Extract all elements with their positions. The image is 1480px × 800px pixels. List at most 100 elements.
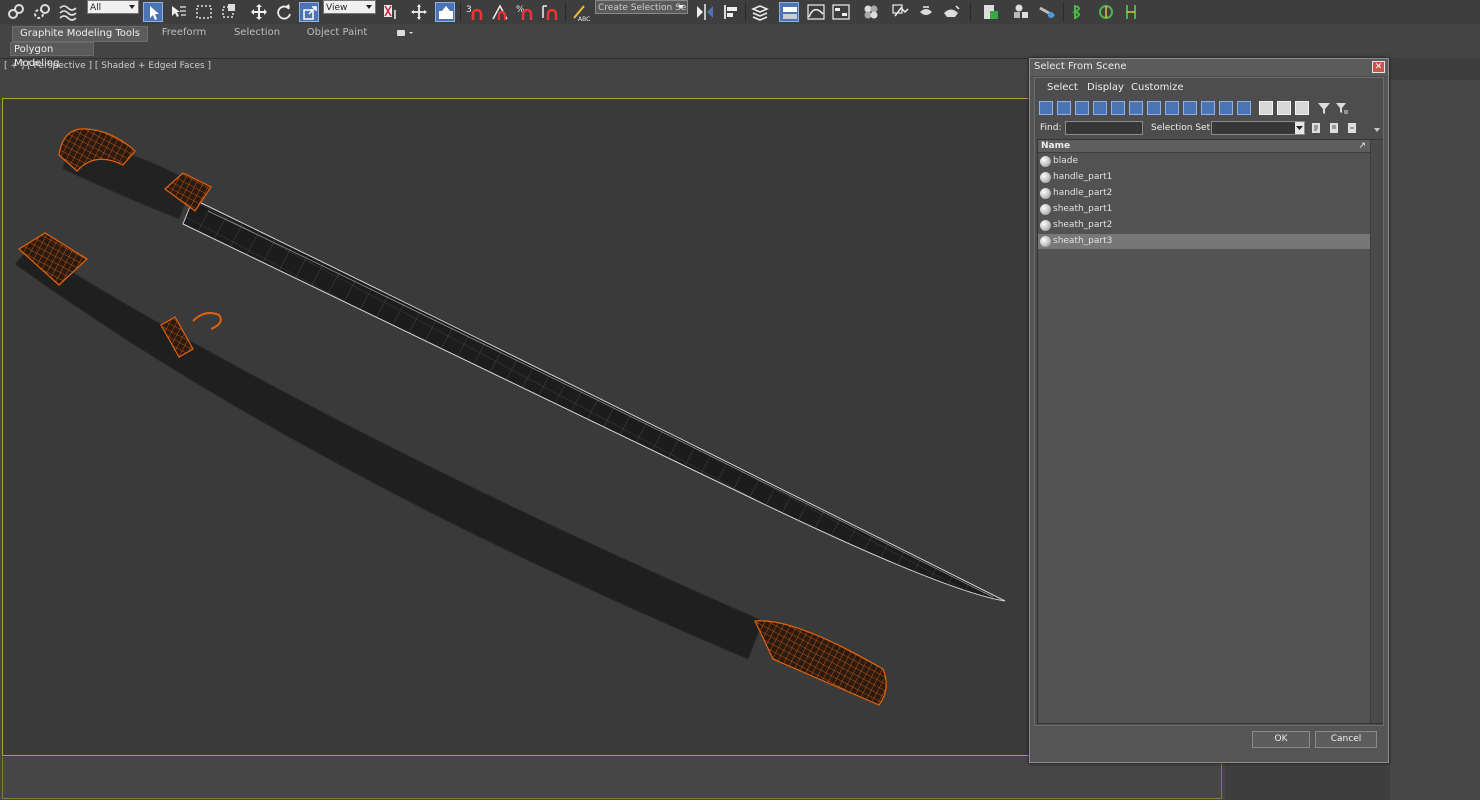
close-button[interactable]: ✕ [1372, 61, 1385, 73]
ok-button[interactable]: OK [1252, 731, 1310, 748]
rectangular-selection-icon[interactable] [194, 2, 214, 22]
select-all-icon[interactable] [1259, 101, 1273, 115]
selection-filter-value: All [90, 3, 102, 13]
percent-snap-icon[interactable]: % [515, 2, 535, 22]
display-helpers-icon[interactable] [1111, 101, 1125, 115]
list-item[interactable]: sheath_part3 [1038, 234, 1370, 249]
unlink-icon[interactable] [32, 2, 52, 22]
scene-explorer-icon[interactable] [981, 2, 1001, 22]
chevron-down-icon [366, 5, 372, 9]
options-chevron-icon[interactable] [1371, 124, 1383, 136]
material-editor-icon[interactable] [861, 2, 881, 22]
display-bones-icon[interactable] [1183, 101, 1197, 115]
cancel-button[interactable]: Cancel [1315, 731, 1377, 748]
selection-filter-dropdown[interactable]: All [87, 0, 139, 14]
toolbar-separator [565, 2, 566, 22]
select-invert-icon[interactable] [1295, 101, 1309, 115]
menu-customize[interactable]: Customize [1131, 82, 1184, 93]
ribbon-options-icon[interactable] [396, 27, 414, 39]
toolbar-separator [460, 2, 461, 22]
edit-selection-set-icon[interactable] [1328, 122, 1340, 134]
list-item[interactable]: sheath_part1 [1038, 202, 1370, 217]
find-input[interactable] [1065, 121, 1143, 135]
list-item-label: blade [1053, 156, 1078, 166]
filter-options-icon[interactable] [1335, 101, 1349, 115]
dialog-body: Select Display Customize Find: Selection… [1034, 77, 1384, 726]
column-header-name[interactable]: Name ↗ [1038, 140, 1370, 153]
animation-tool-1-icon[interactable] [1069, 2, 1089, 22]
tab-graphite-modeling-tools[interactable]: Graphite Modeling Tools [12, 26, 148, 42]
tab-polygon-modeling[interactable]: Polygon Modeling [10, 42, 94, 69]
named-selection-dropdown[interactable]: Create Selection Se [595, 0, 688, 14]
container-icon[interactable] [1011, 2, 1031, 22]
angle-snap-icon[interactable] [490, 2, 510, 22]
display-space-warps-icon[interactable] [1129, 101, 1143, 115]
object-list[interactable]: Name ↗ blade handle_part1 handle_part2shea… [1037, 139, 1383, 724]
select-by-name-icon[interactable] [168, 2, 188, 22]
display-xrefs-icon[interactable] [1165, 101, 1179, 115]
display-lights-icon[interactable] [1075, 101, 1089, 115]
find-label: Find: [1040, 123, 1062, 133]
curve-editor-icon[interactable] [806, 2, 826, 22]
layer-manager-icon[interactable] [750, 2, 770, 22]
list-item-label: sheath_part2 [1053, 220, 1113, 230]
column-header-label: Name [1041, 141, 1071, 151]
scale-icon[interactable] [299, 2, 319, 22]
geometry-object-icon [1040, 220, 1051, 231]
toolbar-separator [1063, 2, 1064, 22]
close-icon: ✕ [1374, 62, 1383, 72]
menu-display[interactable]: Display [1087, 82, 1124, 93]
spinner-snap-icon[interactable] [540, 2, 560, 22]
list-item[interactable]: blade [1038, 154, 1370, 169]
tab-selection[interactable]: Selection [228, 26, 286, 40]
edit-named-selection-icon[interactable]: ABC [570, 2, 590, 22]
toolbar-separator [970, 2, 971, 22]
list-item[interactable]: handle_part2 [1038, 186, 1370, 201]
remove-selection-set-icon[interactable] [1346, 122, 1358, 134]
animation-tool-2-icon[interactable] [1096, 2, 1116, 22]
viewport-label[interactable]: [ + ] [ Perspective ] [ Shaded + Edged F… [4, 61, 211, 71]
display-groups-icon[interactable] [1147, 101, 1161, 115]
geometry-object-icon [1040, 204, 1051, 215]
list-scrollbar[interactable] [1370, 140, 1383, 723]
dialog-titlebar[interactable]: Select From Scene ✕ [1030, 59, 1388, 77]
menu-select[interactable]: Select [1047, 82, 1078, 93]
pivot-point-icon[interactable] [381, 2, 401, 22]
window-crossing-icon[interactable] [219, 2, 239, 22]
animation-tool-3-icon[interactable] [1121, 2, 1141, 22]
add-selection-set-icon[interactable] [1310, 122, 1322, 134]
particle-tool-icon[interactable] [1037, 2, 1057, 22]
display-shapes-icon[interactable] [1057, 101, 1071, 115]
move-icon[interactable] [249, 2, 269, 22]
keyboard-shortcut-override-icon[interactable] [435, 2, 455, 22]
render-setup-icon[interactable] [891, 2, 911, 22]
bind-space-warp-icon[interactable] [58, 2, 78, 22]
rotate-icon[interactable] [274, 2, 294, 22]
select-manipulate-icon[interactable] [409, 2, 429, 22]
rendered-frame-window-icon[interactable] [916, 2, 936, 22]
display-cameras-icon[interactable] [1093, 101, 1107, 115]
display-containers-icon[interactable] [1201, 101, 1215, 115]
link-icon[interactable] [6, 2, 26, 22]
display-frozen-icon[interactable] [1219, 101, 1233, 115]
graphite-modeling-toggle-icon[interactable] [779, 2, 799, 22]
render-production-icon[interactable] [941, 2, 961, 22]
reference-coordinate-dropdown[interactable]: View [323, 0, 376, 14]
tab-freeform[interactable]: Freeform [155, 26, 213, 40]
select-none-icon[interactable] [1277, 101, 1291, 115]
selection-set-dropdown[interactable] [1211, 121, 1305, 135]
display-geometry-icon[interactable] [1039, 101, 1053, 115]
select-object-icon[interactable] [143, 2, 163, 22]
schematic-view-icon[interactable] [831, 2, 851, 22]
list-item[interactable]: handle_part1 [1038, 170, 1370, 185]
tab-object-paint[interactable]: Object Paint [302, 26, 372, 40]
list-item-label: sheath_part1 [1053, 204, 1113, 214]
display-hidden-icon[interactable] [1237, 101, 1251, 115]
dialog-footer: OK Cancel [1034, 726, 1384, 759]
mirror-icon[interactable] [695, 2, 715, 22]
align-icon[interactable] [721, 2, 741, 22]
filter-icon[interactable] [1317, 101, 1331, 115]
main-toolbar: All View 3 % ABC Create Selection Se [0, 0, 1480, 25]
list-item[interactable]: sheath_part2 [1038, 218, 1370, 233]
snaps-toggle-icon[interactable]: 3 [465, 2, 485, 22]
